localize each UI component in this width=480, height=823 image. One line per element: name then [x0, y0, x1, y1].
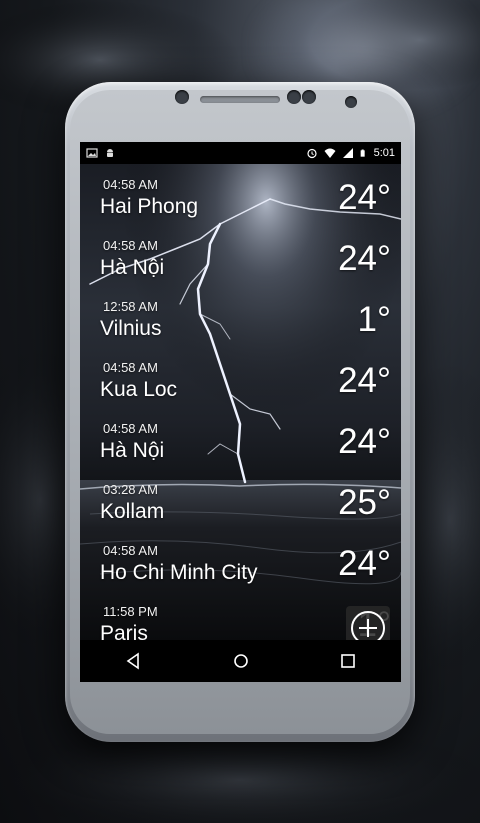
battery-icon	[360, 149, 365, 157]
list-item[interactable]: 04:58 AM Hai Phong 24°	[80, 164, 401, 225]
recents-icon	[340, 654, 355, 668]
city-local-time: 04:58 AM	[103, 543, 158, 558]
city-temperature: 25°	[338, 483, 391, 522]
city-name: Hai Phong	[100, 195, 199, 218]
city-local-time: 11:58 PM	[103, 604, 158, 619]
city-local-time: 03:28 AM	[103, 482, 158, 497]
speaker-grille	[200, 96, 280, 103]
alarm-icon	[306, 148, 317, 159]
proximity-sensor-icon	[345, 96, 357, 108]
add-icon	[351, 611, 385, 640]
city-list: 04:58 AM Hai Phong 24° 04:58 AM Hà Nội 2…	[80, 164, 401, 640]
back-icon	[126, 652, 139, 670]
home-button[interactable]	[221, 643, 261, 679]
android-icon	[107, 149, 113, 157]
status-bar: 5:01	[80, 142, 401, 164]
city-name: Hà Nội	[100, 256, 165, 279]
image-icon	[86, 148, 98, 158]
front-camera-icon	[287, 90, 301, 104]
city-name: Kollam	[100, 500, 165, 523]
list-item[interactable]: 03:28 AM Kollam 25°	[80, 469, 401, 530]
city-local-time: 04:58 AM	[103, 238, 158, 253]
city-name: Vilnius	[100, 317, 162, 340]
city-name: Paris	[100, 622, 148, 640]
list-item[interactable]: 04:58 AM Ho Chi Minh City 24°	[80, 530, 401, 591]
add-city-button[interactable]	[346, 606, 390, 640]
city-name: Ho Chi Minh City	[100, 561, 258, 584]
city-temperature: 24°	[338, 544, 391, 583]
city-local-time: 04:58 AM	[103, 421, 158, 436]
city-temperature: 24°	[338, 178, 391, 217]
status-time: 5:01	[373, 147, 395, 159]
city-local-time: 04:58 AM	[103, 177, 158, 192]
wifi-icon	[324, 148, 336, 158]
city-local-time: 04:58 AM	[103, 360, 158, 375]
back-button[interactable]	[114, 643, 154, 679]
navigation-bar	[80, 640, 401, 682]
city-temperature: 24°	[338, 422, 391, 461]
city-temperature: 24°	[338, 239, 391, 278]
sensor-icon	[175, 90, 189, 104]
recents-button[interactable]	[328, 643, 368, 679]
front-sensor-icon	[302, 90, 316, 104]
weather-list-area: 04:58 AM Hai Phong 24° 04:58 AM Hà Nội 2…	[80, 164, 401, 640]
city-temperature: 1°	[357, 300, 391, 339]
phone-screen: 5:01 04:58 AM Hai Phong 24° 04:58 AM Hà …	[80, 142, 401, 682]
city-temperature: 24°	[338, 361, 391, 400]
list-item[interactable]: 04:58 AM Hà Nội 24°	[80, 225, 401, 286]
list-item[interactable]: 04:58 AM Hà Nội 24°	[80, 408, 401, 469]
city-name: Kua Loc	[100, 378, 178, 401]
city-local-time: 12:58 AM	[103, 299, 158, 314]
city-name: Hà Nội	[100, 439, 165, 462]
home-icon	[233, 654, 248, 668]
list-item[interactable]: 04:58 AM Kua Loc 24°	[80, 347, 401, 408]
signal-icon	[342, 148, 353, 158]
list-item[interactable]: 12:58 AM Vilnius 1°	[80, 286, 401, 347]
